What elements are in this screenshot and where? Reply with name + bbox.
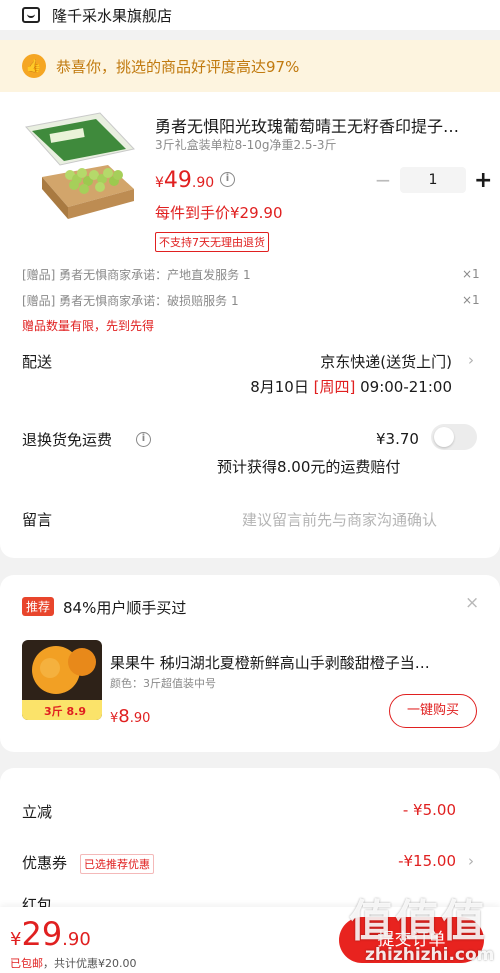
no-return-badge: 不支持7天无理由退货 xyxy=(155,232,269,252)
delivery-method[interactable]: 京东快递(送货上门) xyxy=(320,351,452,372)
thumbs-up-icon: 👍 xyxy=(22,54,46,78)
total-price: ¥29.90 xyxy=(10,915,91,953)
gift-item: [赠品] 勇者无惧商家承诺：破损赔服务 1 xyxy=(22,294,239,308)
return-shipping-toggle[interactable] xyxy=(431,424,477,450)
price-info-icon[interactable]: i xyxy=(220,172,235,187)
delivery-time[interactable]: 8月10日 [周四] 09:00-21:00 xyxy=(250,376,452,397)
unit-price: 每件到手价¥29.90 xyxy=(155,204,283,222)
gift-count: ×1 xyxy=(462,267,480,281)
increase-button[interactable]: + xyxy=(474,168,492,193)
instant-discount-value: - ¥5.00 xyxy=(402,801,456,819)
submit-order-button[interactable]: 提交订单 xyxy=(339,917,484,963)
quantity-stepper: − 1 + xyxy=(374,167,492,193)
coupon-label: 优惠券 xyxy=(22,854,68,872)
return-info-icon[interactable]: i xyxy=(136,432,151,447)
one-click-buy-button[interactable]: 一键购买 xyxy=(389,694,477,728)
coupon-badge: 已选推荐优惠 xyxy=(80,854,154,874)
order-card: 勇者无惧阳光玫瑰葡萄晴王无籽香印提子… 3斤礼盒装单粒8-10g净重2.5-3斤… xyxy=(0,92,500,558)
recommend-card: 推荐 84%用户顺手买过 × 3斤 8.9 果果牛 秭归湖北夏橙新鲜高山手剥酸甜… xyxy=(0,575,500,752)
instant-discount-label: 立减 xyxy=(22,803,53,821)
message-label: 留言 xyxy=(22,511,53,529)
coupon-value[interactable]: -¥15.00 xyxy=(398,852,456,870)
product-price: ¥49.90 xyxy=(155,168,215,193)
delivery-label: 配送 xyxy=(22,353,53,371)
return-shipping-note: 预计获得8.00元的运费赔付 xyxy=(217,458,401,476)
store-icon xyxy=(22,7,40,23)
svg-text:3斤 8.9: 3斤 8.9 xyxy=(44,704,86,718)
return-shipping-price: ¥3.70 xyxy=(376,430,419,448)
bottom-bar: ¥29.90 已包邮，共计优惠¥20.00 提交订单 xyxy=(0,907,500,973)
gift-item: [赠品] 勇者无惧商家承诺：产地直发服务 1 xyxy=(22,268,251,282)
praise-banner: 👍 恭喜你，挑选的商品好评度高达97% xyxy=(0,40,500,92)
close-icon[interactable]: × xyxy=(465,593,479,613)
decrease-button[interactable]: − xyxy=(374,168,392,192)
recommend-title: 84%用户顺手买过 xyxy=(63,599,187,617)
return-shipping-label: 退换货免运费 xyxy=(22,431,113,449)
recommend-tag: 推荐 xyxy=(22,597,55,616)
recommend-product-name[interactable]: 果果牛 秭归湖北夏橙新鲜高山手剥酸甜橙子当… xyxy=(110,652,475,673)
gift-count: ×1 xyxy=(462,293,480,307)
chevron-right-icon[interactable]: › xyxy=(468,351,474,369)
recommend-product-price: ¥8.90 xyxy=(110,706,151,727)
quantity-input[interactable]: 1 xyxy=(400,167,466,193)
product-spec[interactable]: 3斤礼盒装单粒8-10g净重2.5-3斤 xyxy=(155,136,337,153)
gift-limit-notice: 赠品数量有限，先到先得 xyxy=(22,319,155,333)
recommend-product-spec: 颜色：3斤超值装中号 xyxy=(110,677,216,690)
store-name[interactable]: 隆千采水果旗舰店 xyxy=(52,5,172,26)
chevron-right-icon[interactable]: › xyxy=(468,852,474,870)
praise-text: 恭喜你，挑选的商品好评度高达97% xyxy=(56,57,300,76)
product-title[interactable]: 勇者无惧阳光玫瑰葡萄晴王无籽香印提子… xyxy=(155,113,480,137)
store-header[interactable]: 隆千采水果旗舰店 xyxy=(0,0,500,30)
recommend-product-image[interactable]: 3斤 8.9 xyxy=(22,640,102,720)
message-input[interactable]: 建议留言前先与商家沟通确认 xyxy=(242,509,437,530)
total-summary: 已包邮，共计优惠¥20.00 xyxy=(10,957,137,970)
product-image[interactable] xyxy=(22,109,140,221)
